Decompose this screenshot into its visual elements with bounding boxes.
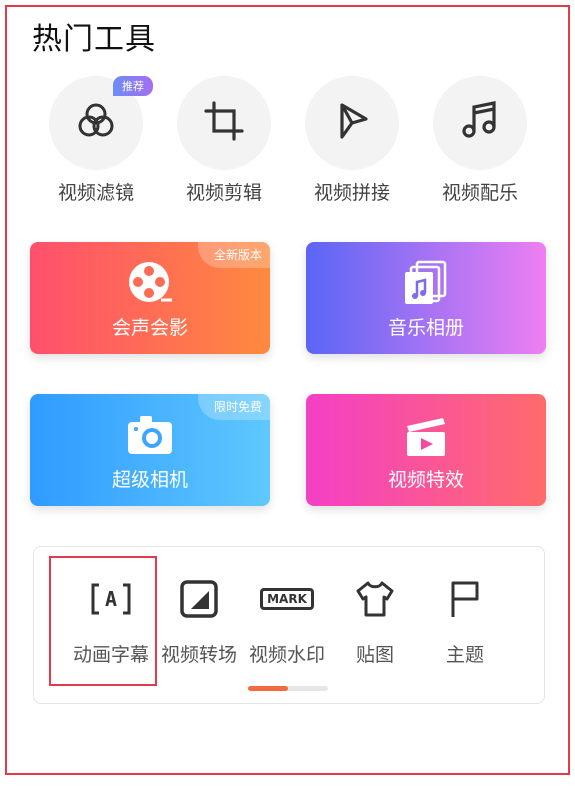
- strip-scrollbar-thumb[interactable]: [248, 686, 288, 691]
- transition-icon: [154, 574, 244, 624]
- strip-label: 主题: [445, 644, 484, 666]
- strip-label: 视频转场: [160, 644, 237, 666]
- limited-free-badge: 限时免费: [197, 394, 270, 420]
- tool-sticker[interactable]: 贴图: [330, 574, 420, 667]
- card-label: 视频特效: [387, 469, 464, 491]
- music-album-icon: [403, 260, 449, 310]
- tool-label: 视频拼接: [313, 182, 390, 204]
- strip-label: 视频水印: [248, 644, 325, 666]
- watermark-icon: MARK: [242, 574, 332, 624]
- tool-label: 视频剪辑: [185, 182, 262, 204]
- tool-theme[interactable]: 主题: [420, 574, 510, 667]
- new-version-badge: 全新版本: [197, 242, 270, 268]
- tool-video-edit[interactable]: 视频剪辑: [169, 76, 279, 205]
- clapperboard-icon: [403, 412, 449, 462]
- card-huisheng[interactable]: 全新版本 会声会影: [30, 242, 270, 354]
- tool-label: 视频滤镜: [57, 182, 134, 204]
- watermark-icon-text: MARK: [260, 588, 314, 610]
- crop-icon: [202, 99, 246, 147]
- card-super-camera[interactable]: 限时免费 超级相机: [30, 394, 270, 506]
- tool-video-music[interactable]: 视频配乐: [425, 76, 535, 205]
- card-video-effects[interactable]: 视频特效: [306, 394, 546, 506]
- card-label: 会声会影: [111, 317, 188, 339]
- strip-scrollbar[interactable]: [248, 686, 328, 691]
- flag-theme-icon: [420, 574, 510, 624]
- selection-highlight: [49, 556, 157, 686]
- strip-label: 贴图: [355, 644, 394, 666]
- section-title: 热门工具: [32, 22, 156, 57]
- tool-video-merge[interactable]: 视频拼接: [297, 76, 407, 205]
- tool-label: 视频配乐: [441, 182, 518, 204]
- card-music-album[interactable]: 音乐相册: [306, 242, 546, 354]
- play-merge-icon: [330, 99, 374, 147]
- tool-video-filter[interactable]: 推荐 视频滤镜: [41, 76, 153, 205]
- tshirt-sticker-icon: [330, 574, 420, 624]
- tool-video-watermark[interactable]: MARK 视频水印: [242, 574, 332, 667]
- filter-circles-icon: [74, 99, 118, 147]
- recommend-badge: 推荐: [113, 76, 153, 96]
- tool-video-transition[interactable]: 视频转场: [154, 574, 244, 667]
- camera-icon: [126, 412, 174, 462]
- music-note-icon: [458, 99, 502, 147]
- film-reel-icon: [127, 260, 173, 310]
- card-label: 音乐相册: [387, 317, 464, 339]
- card-label: 超级相机: [111, 469, 188, 491]
